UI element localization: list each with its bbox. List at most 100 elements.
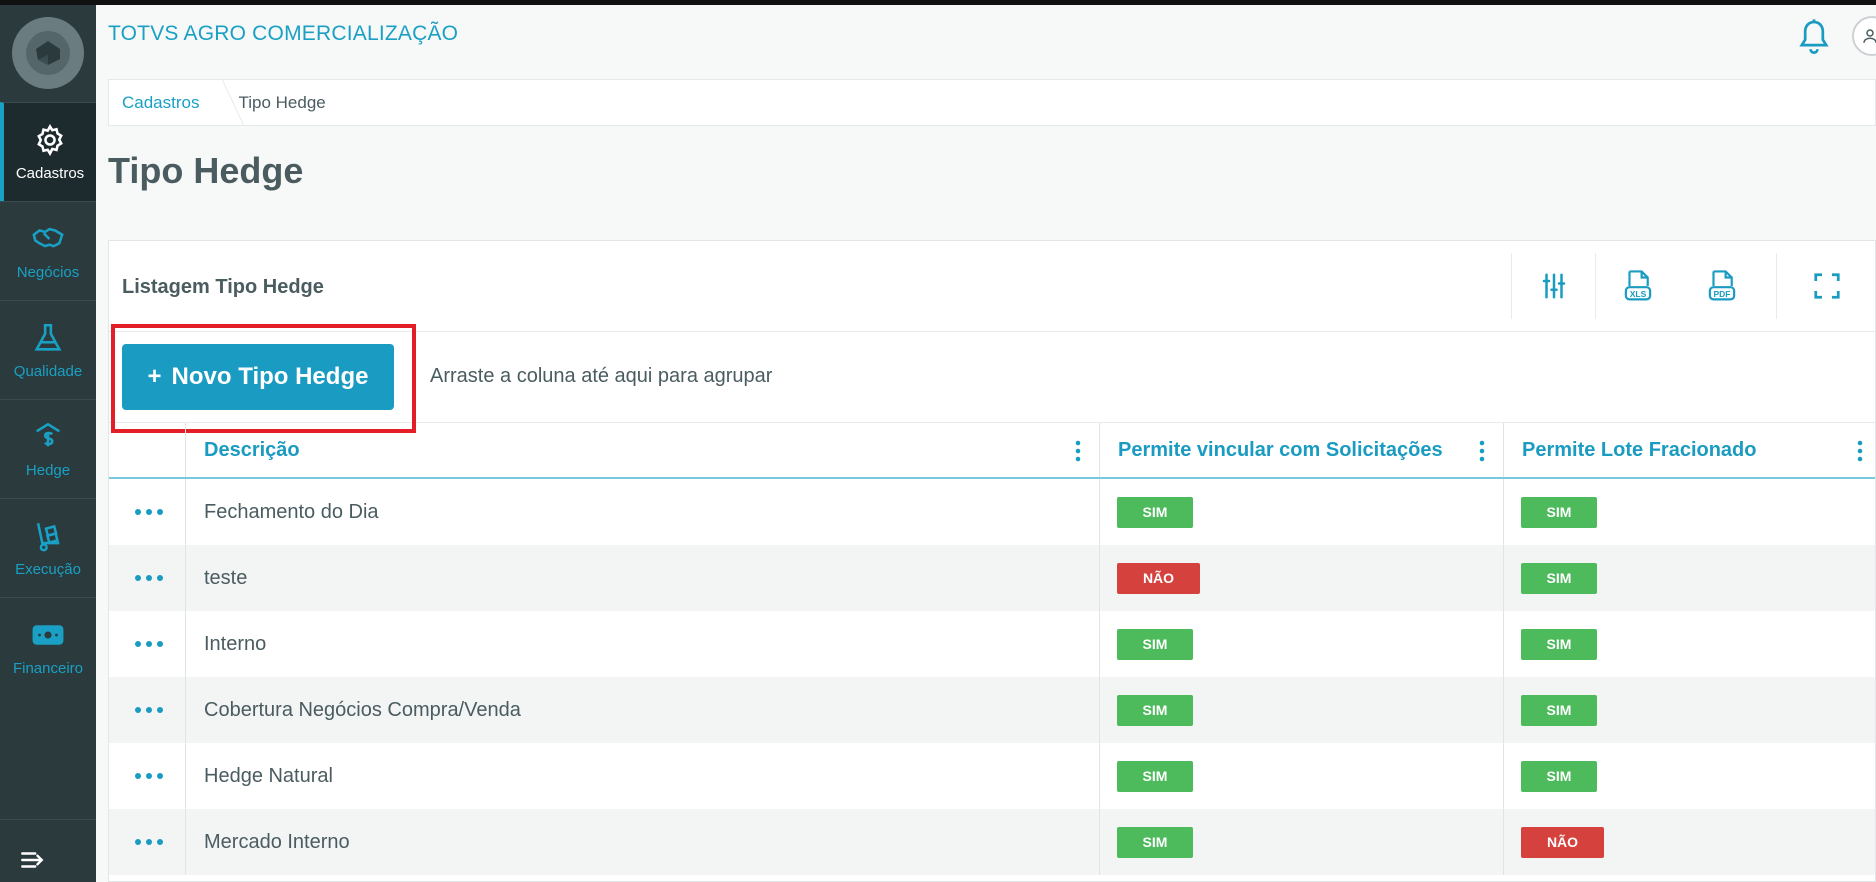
status-badge: SIM [1521,760,1597,792]
svg-text:XLS: XLS [1630,289,1647,299]
column-menu-icon[interactable] [1857,440,1863,462]
row-actions-icon[interactable] [135,633,163,655]
status-badge: SIM [1117,628,1193,660]
gear-icon [37,123,63,156]
sidebar-item-label: Financeiro [12,659,84,677]
status-badge: NÃO [1117,562,1200,594]
totvs-logo[interactable] [12,17,84,89]
cell-descricao: Fechamento do Dia [185,479,1099,545]
row-actions-icon[interactable] [135,567,163,589]
cell-solicitacoes: SIM [1099,479,1503,545]
cell-lote: SIM [1503,611,1876,677]
row-actions-icon[interactable] [135,765,163,787]
cell-descricao: teste [185,545,1099,611]
status-badge: SIM [1521,628,1597,660]
sidebar: Cadastros Negócios Qualidade Hedge Execu… [0,5,96,882]
sidebar-item-label: Hedge [25,461,71,479]
status-badge: SIM [1117,694,1193,726]
status-badge: SIM [1521,562,1597,594]
panel-title: Listagem Tipo Hedge [122,276,324,298]
cell-lote: SIM [1503,545,1876,611]
fullscreen-button[interactable] [1777,253,1876,319]
column-menu-icon[interactable] [1075,440,1081,462]
status-badge: SIM [1521,694,1597,726]
table-row[interactable]: Cobertura Negócios Compra/Venda SIM SIM [109,677,1875,743]
user-icon [1863,29,1876,43]
column-header-label: Permite Lote Fracionado [1522,438,1757,461]
sidebar-item-label: Qualidade [13,362,83,380]
cell-solicitacoes: NÃO [1099,545,1503,611]
status-badge: SIM [1117,760,1193,792]
column-header-label: Permite vincular com Solicitações [1118,438,1443,461]
page-title: Tipo Hedge [108,150,304,191]
column-menu-icon[interactable] [1479,440,1485,462]
sidebar-item-financeiro[interactable]: Financeiro [0,597,96,696]
sidebar-item-qualidade[interactable]: Qualidade [0,300,96,399]
row-actions-icon[interactable] [135,699,163,721]
sidebar-item-label: Execução [15,560,81,578]
sidebar-item-label: Negócios [16,263,80,281]
cell-descricao: Cobertura Negócios Compra/Venda [185,677,1099,743]
user-avatar[interactable] [1852,16,1876,56]
collapse-menu-icon [21,852,44,868]
table-row[interactable]: Mercado Interno SIM NÃO [109,809,1875,875]
cell-solicitacoes: SIM [1099,611,1503,677]
cell-solicitacoes: SIM [1099,677,1503,743]
plus-icon: + [147,363,162,390]
row-actions-icon[interactable] [135,831,163,853]
svg-text:PDF: PDF [1714,289,1731,299]
expand-icon [1814,273,1840,299]
logo-icon [26,31,70,75]
sidebar-item-label: Cadastros [15,164,85,182]
cell-lote: SIM [1503,743,1876,809]
sidebar-item-hedge[interactable]: Hedge [0,399,96,498]
status-badge: SIM [1117,496,1193,528]
cell-descricao: Hedge Natural [185,743,1099,809]
cell-lote: NÃO [1503,809,1876,875]
breadcrumb: Cadastros Tipo Hedge [108,79,1876,126]
column-header-descricao[interactable]: Descrição [185,423,1099,477]
column-header-solicitacoes[interactable]: Permite vincular com Solicitações [1099,423,1503,477]
xls-file-icon: XLS [1624,270,1652,301]
export-xls-button[interactable]: XLS [1596,253,1680,319]
column-header-label: Descrição [204,438,300,461]
app-title: TOTVS AGRO COMERCIALIZAÇÃO [108,22,459,45]
sidebar-divider [0,819,96,820]
table-header: Descrição Permite vincular com Solicitaç… [109,423,1875,479]
table-row[interactable]: Fechamento do Dia SIM SIM [109,479,1875,545]
new-button-label: Novo Tipo Hedge [171,363,369,390]
cell-solicitacoes: SIM [1099,809,1503,875]
breadcrumb-link-cadastros[interactable]: Cadastros [109,80,213,125]
new-tipo-hedge-button[interactable]: + Novo Tipo Hedge [122,344,394,410]
hand-truck-icon [36,522,60,551]
cell-lote: SIM [1503,677,1876,743]
flask-icon [34,323,62,351]
sidebar-item-execucao[interactable]: Execução [0,498,96,597]
group-by-area: + Novo Tipo Hedge Arraste a coluna até a… [109,324,1875,433]
row-actions-icon[interactable] [135,501,163,523]
column-settings-button[interactable] [1512,253,1595,319]
panel-header: Listagem Tipo Hedge XLS PDF [109,241,1875,332]
status-badge: NÃO [1521,826,1604,858]
list-panel: Listagem Tipo Hedge XLS PDF + Novo Tipo … [108,240,1876,882]
cell-descricao: Interno [185,611,1099,677]
column-header-lote[interactable]: Permite Lote Fracionado [1503,423,1876,477]
pdf-file-icon: PDF [1708,270,1736,301]
status-badge: SIM [1521,496,1597,528]
collapse-menu-button[interactable] [16,844,48,876]
export-pdf-button[interactable]: PDF [1680,253,1764,319]
cell-solicitacoes: SIM [1099,743,1503,809]
table-row[interactable]: Hedge Natural SIM SIM [109,743,1875,809]
hedge-dollar-icon [35,422,61,446]
table-row[interactable]: Interno SIM SIM [109,611,1875,677]
notifications-button[interactable] [1797,18,1831,56]
bell-icon [1799,19,1829,54]
sidebar-item-cadastros[interactable]: Cadastros [0,102,96,201]
money-bill-icon [32,624,64,645]
sliders-icon [1542,273,1565,299]
table-row[interactable]: teste NÃO SIM [109,545,1875,611]
group-drop-hint: Arraste a coluna até aqui para agrupar [430,365,773,387]
sidebar-item-negocios[interactable]: Negócios [0,201,96,300]
cell-descricao: Mercado Interno [185,809,1099,875]
handshake-icon [32,227,64,247]
